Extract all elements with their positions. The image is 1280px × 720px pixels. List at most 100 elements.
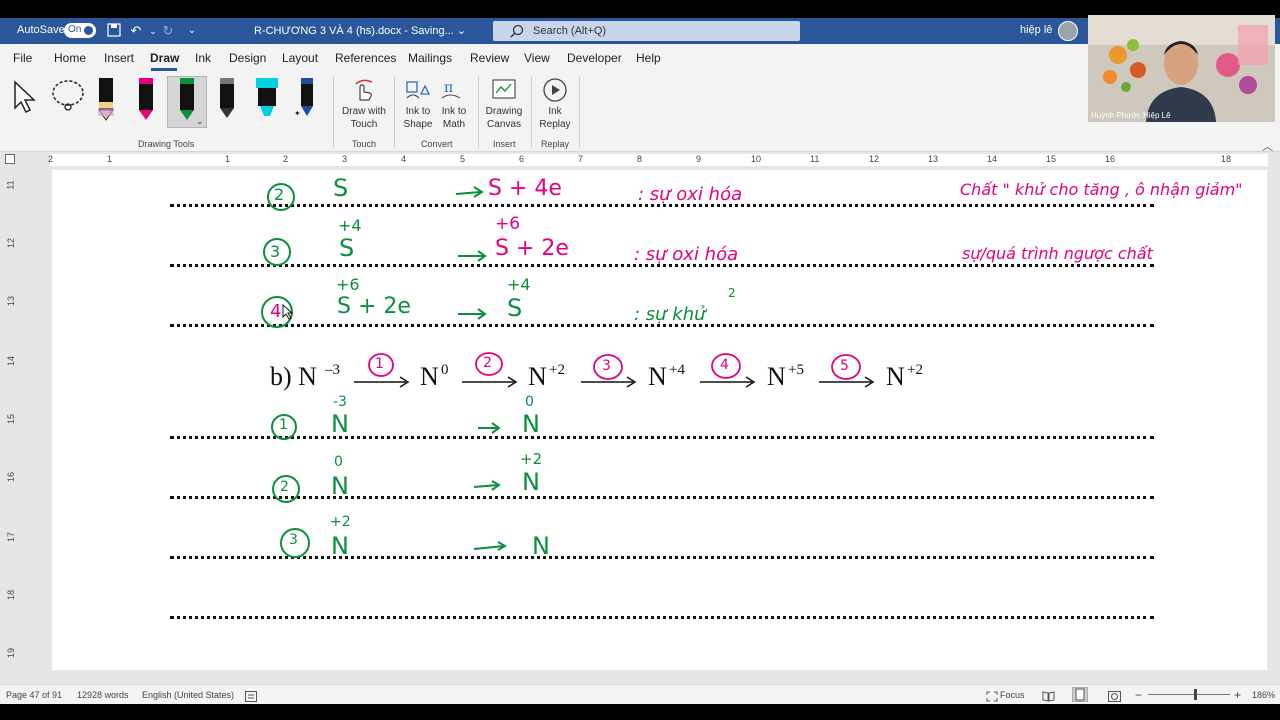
tab-help[interactable]: Help (636, 51, 661, 65)
replay-line1: Ink (548, 106, 562, 117)
nrow2-right: N (522, 468, 540, 496)
tab-draw[interactable]: Draw (150, 51, 179, 65)
word-count[interactable]: 12928 words (77, 690, 129, 700)
chain-circle-4: 4 (720, 357, 729, 373)
lasso-select-icon[interactable] (50, 78, 86, 119)
ribbon-separator (579, 76, 580, 148)
tab-file[interactable]: File (13, 51, 32, 65)
tab-home[interactable]: Home (54, 51, 86, 65)
row3-number: 4 (270, 301, 282, 322)
nrow3-left: N (331, 532, 349, 560)
nrow1-left: N (331, 410, 349, 438)
ruler-number: 10 (751, 154, 762, 164)
undo-dropdown-icon[interactable]: ⌄ (145, 23, 161, 39)
redo-icon[interactable]: ↻ (160, 23, 176, 39)
zoom-slider-thumb[interactable] (1194, 689, 1197, 700)
ink-replay-button[interactable]: Ink Replay (536, 105, 574, 131)
svg-text:✦: ✦ (294, 109, 301, 118)
zoom-in-icon[interactable]: + (1234, 688, 1241, 702)
chain-sup-5: +2 (907, 362, 923, 378)
ink-to-math-icon[interactable]: π (440, 78, 466, 107)
search-placeholder: Search (Alt+Q) (533, 25, 607, 37)
ruler-number: 9 (696, 154, 702, 164)
autosave-toggle[interactable]: On (64, 23, 96, 38)
group-label-touch: Touch (352, 139, 377, 149)
print-layout-icon[interactable] (1072, 687, 1088, 702)
replay-line2: Replay (539, 119, 571, 130)
ribbon-separator (531, 76, 532, 148)
ruler-number: 14 (987, 154, 998, 164)
document-page[interactable]: 2 S S + 4e : sự oxi hóa Chất " khử cho t… (52, 170, 1267, 670)
tab-insert[interactable]: Insert (104, 51, 134, 65)
focus-mode[interactable]: Focus (1000, 690, 1025, 700)
ruler-number: 5 (460, 154, 466, 164)
action-pen-icon[interactable]: ✦ (292, 76, 322, 124)
ruler-number: 1 (225, 154, 231, 164)
horizontal-ruler[interactable]: 2 1 1 2 3 4 5 6 7 8 9 10 11 12 13 14 15 … (0, 152, 1280, 168)
nrow3-right: N (532, 532, 550, 560)
select-tool-icon[interactable] (12, 80, 40, 119)
tab-references[interactable]: References (335, 51, 396, 65)
page-count[interactable]: Page 47 of 91 (6, 690, 62, 700)
avatar[interactable] (1058, 21, 1078, 41)
zoom-level[interactable]: 186% (1252, 690, 1275, 700)
ruler-number: 3 (342, 154, 348, 164)
zoom-slider[interactable] (1148, 694, 1230, 695)
drawing-canvas-button[interactable]: Drawing Canvas (482, 105, 526, 131)
canvas-line1: Drawing (485, 106, 523, 117)
vruler-number: 16 (6, 471, 17, 483)
chain-species-3: N (648, 362, 667, 391)
ink-to-shape-icon[interactable] (405, 78, 431, 107)
tab-view[interactable]: View (524, 51, 550, 65)
row3-desc: : sự khử (634, 304, 706, 325)
ink-math-line2: Math (442, 119, 466, 130)
customize-qat-icon[interactable]: ⌄ (184, 23, 200, 39)
pen-dropdown-icon[interactable]: ⌄ (196, 116, 204, 127)
row1-right: S + 4e (488, 176, 562, 201)
undo-icon[interactable]: ↶ (128, 23, 144, 39)
vertical-ruler[interactable]: 11 12 13 14 15 16 17 18 19 (2, 170, 18, 682)
webcam-video (1088, 15, 1275, 122)
chain-first-sup: –3 (325, 362, 340, 378)
pen-dark-icon[interactable] (212, 76, 242, 124)
user-name[interactable]: hiệp lê (1020, 24, 1052, 36)
row2-left: S (339, 234, 355, 262)
status-bar: Page 47 of 91 12928 words English (Unite… (0, 684, 1280, 704)
zoom-out-icon[interactable]: − (1135, 688, 1142, 702)
ink-to-shape-button[interactable]: Ink to Shape (400, 105, 436, 131)
ruler-number: 16 (1105, 154, 1116, 164)
pen-pink-icon[interactable] (131, 76, 161, 124)
nrow2-left-ox: 0 (334, 454, 343, 470)
language[interactable]: English (United States) (142, 690, 234, 700)
tab-selector-icon[interactable] (5, 154, 15, 164)
save-icon[interactable] (106, 23, 122, 39)
drawing-canvas-icon[interactable] (491, 78, 517, 107)
autosave-state: On (68, 24, 82, 35)
ink-replay-icon[interactable] (542, 77, 568, 108)
search-box[interactable]: Search (Alt+Q) (493, 21, 800, 41)
tab-mailings[interactable]: Mailings (408, 51, 452, 65)
tab-ink[interactable]: Ink (195, 51, 211, 65)
tab-layout[interactable]: Layout (282, 51, 318, 65)
tab-developer[interactable]: Developer (567, 51, 622, 65)
draw-with-touch-icon[interactable] (352, 78, 376, 107)
pencil-black-icon[interactable] (92, 76, 122, 124)
draw-with-touch-button[interactable]: Draw with Touch (338, 105, 390, 131)
highlighter-cyan-icon[interactable] (252, 76, 282, 124)
group-label-replay: Replay (541, 139, 570, 149)
chain-species-1: N (420, 362, 439, 391)
tab-review[interactable]: Review (470, 51, 509, 65)
chain-species-2: N (528, 362, 547, 391)
chain-sup-1: 0 (441, 362, 449, 378)
ribbon-separator (478, 76, 479, 148)
autosave-label: AutoSave (17, 24, 65, 36)
tab-design[interactable]: Design (229, 51, 266, 65)
row1-note: Chất " khử cho tăng , ô nhận giảm" (960, 180, 1243, 199)
chain-sup-4: +5 (788, 362, 804, 378)
vruler-number: 15 (6, 413, 17, 425)
row1-desc: : sự oxi hóa (638, 184, 743, 205)
nrow1-left-ox: -3 (333, 394, 347, 410)
ink-shape-line1: Ink to (405, 106, 431, 117)
document-title[interactable]: R-CHƯƠNG 3 VÀ 4 (hs).docx - Saving... ⌄ (254, 24, 466, 37)
ink-to-math-button[interactable]: Ink to Math (436, 105, 472, 131)
